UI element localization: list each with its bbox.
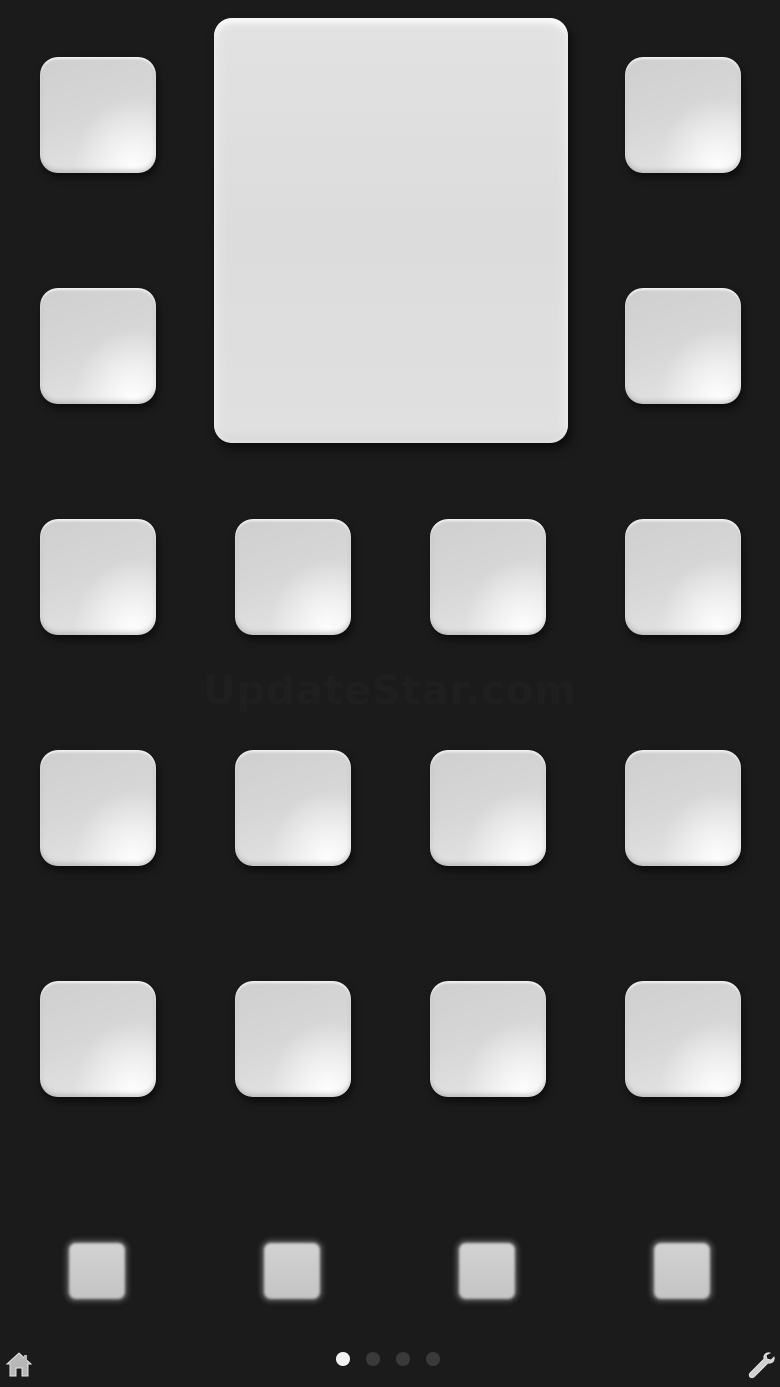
app-icon-placeholder[interactable]	[430, 519, 546, 635]
app-icon-placeholder[interactable]	[430, 750, 546, 866]
dock-icon-placeholder[interactable]	[459, 1243, 515, 1299]
watermark-text: UpdateStar.com	[203, 668, 577, 714]
home-icon[interactable]	[4, 1349, 34, 1379]
app-icon-placeholder[interactable]	[235, 981, 351, 1097]
app-icon-placeholder[interactable]	[235, 750, 351, 866]
page-dot[interactable]	[396, 1352, 410, 1366]
dock-icon-placeholder[interactable]	[69, 1243, 125, 1299]
app-icon-placeholder[interactable]	[40, 750, 156, 866]
large-widget-placeholder[interactable]	[214, 18, 568, 443]
app-icon-placeholder[interactable]	[625, 519, 741, 635]
dock-icon-placeholder[interactable]	[264, 1243, 320, 1299]
app-icon-placeholder[interactable]	[40, 57, 156, 173]
app-icon-placeholder[interactable]	[235, 519, 351, 635]
home-screen: UpdateStar.com	[0, 0, 780, 1387]
app-icon-placeholder[interactable]	[625, 288, 741, 404]
wrench-icon[interactable]	[746, 1350, 776, 1380]
app-icon-placeholder[interactable]	[625, 981, 741, 1097]
dock-icon-placeholder[interactable]	[654, 1243, 710, 1299]
app-icon-placeholder[interactable]	[40, 981, 156, 1097]
app-icon-placeholder[interactable]	[625, 750, 741, 866]
page-dot-current[interactable]	[336, 1352, 350, 1366]
page-indicator[interactable]	[336, 1352, 440, 1368]
app-icon-placeholder[interactable]	[40, 288, 156, 404]
page-dot[interactable]	[366, 1352, 380, 1366]
app-icon-placeholder[interactable]	[625, 57, 741, 173]
page-dot[interactable]	[426, 1352, 440, 1366]
app-icon-placeholder[interactable]	[430, 981, 546, 1097]
app-icon-placeholder[interactable]	[40, 519, 156, 635]
